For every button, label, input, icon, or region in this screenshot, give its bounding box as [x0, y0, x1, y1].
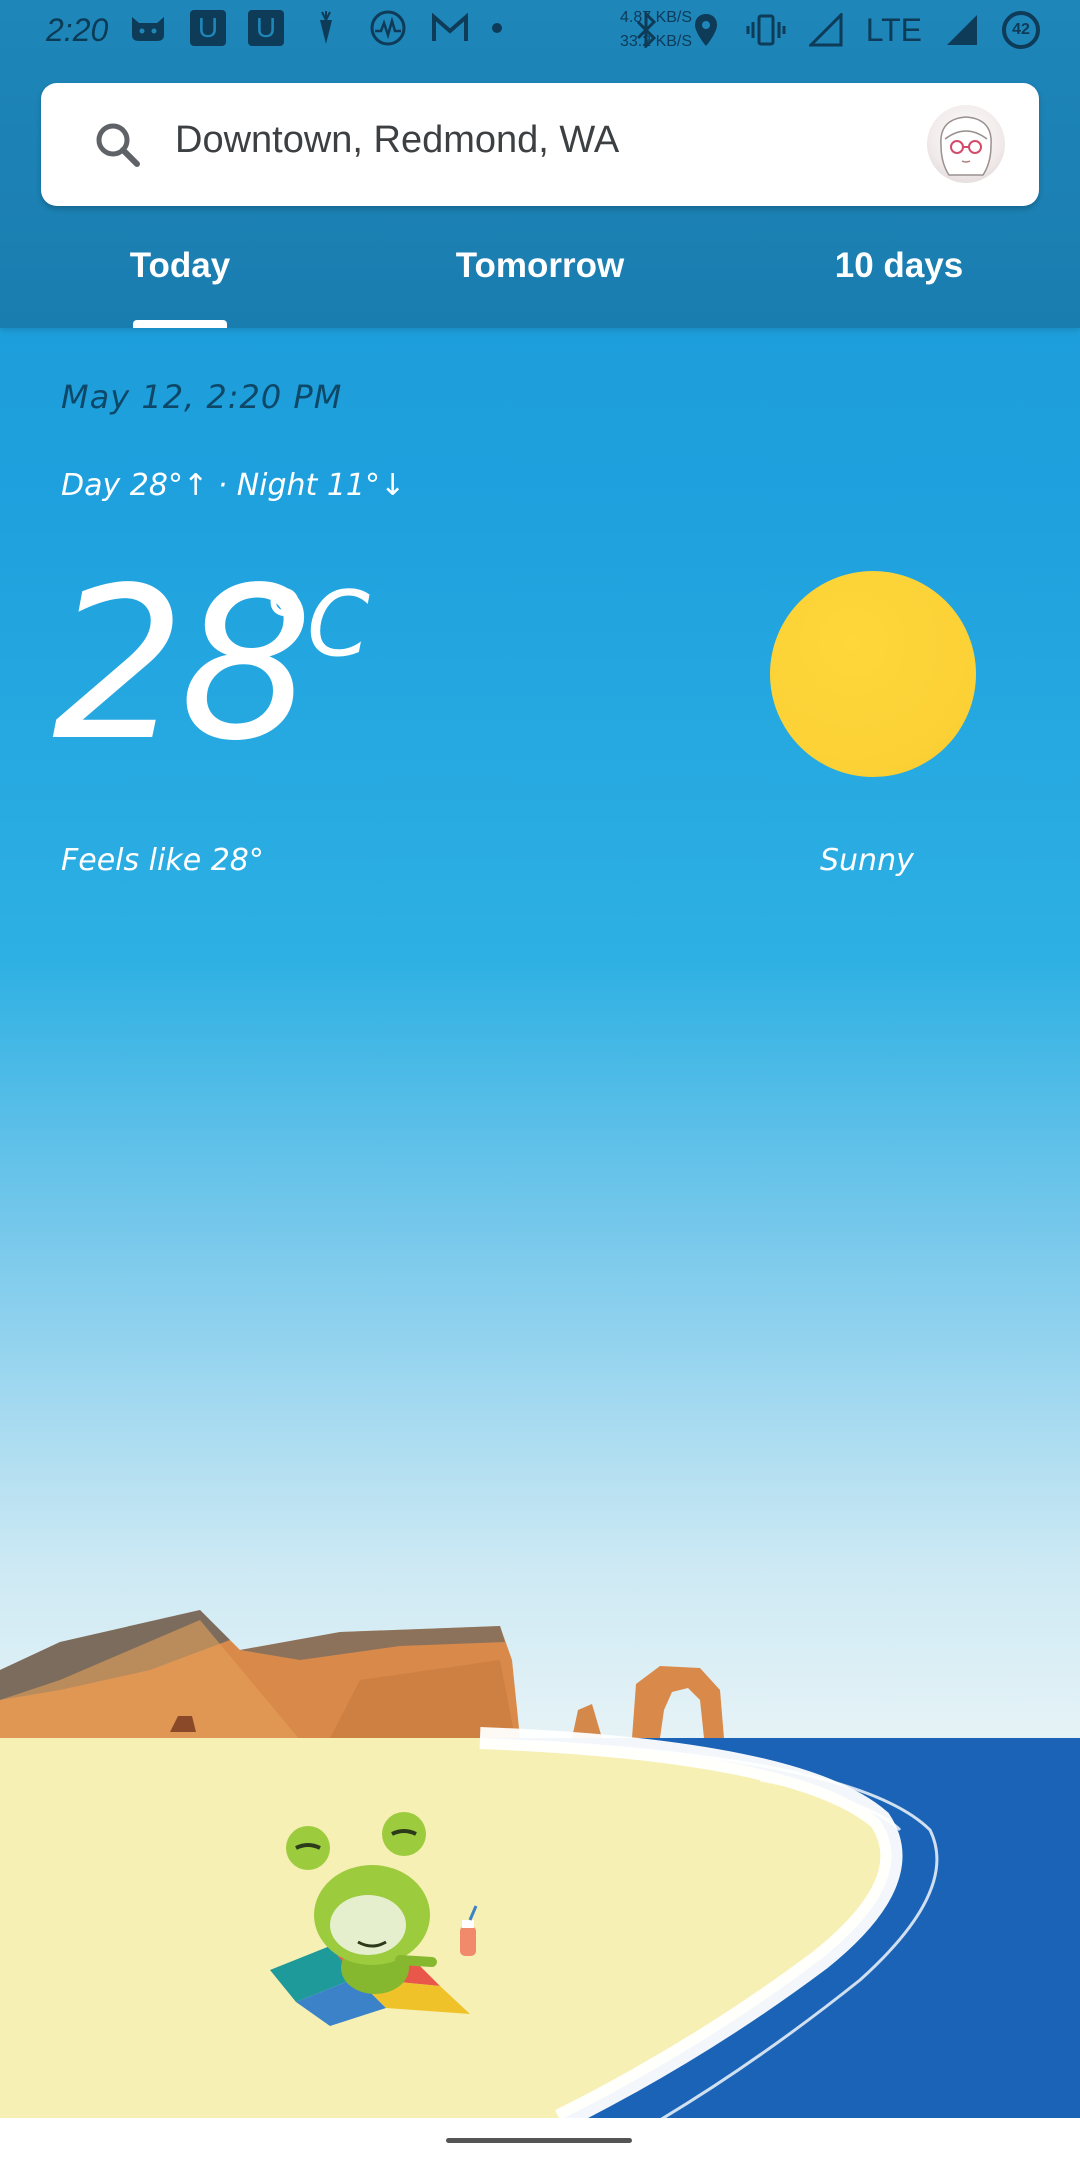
home-indicator[interactable] — [446, 2138, 632, 2143]
location-icon — [686, 10, 726, 50]
cliffs-illustration — [0, 1610, 724, 1740]
location-text[interactable]: Downtown, Redmond, WA — [175, 119, 619, 162]
system-icons: LTE 42 — [626, 10, 1040, 50]
battery-icon: 42 — [1002, 11, 1040, 49]
gmail-icon — [430, 8, 470, 48]
u-app-icon-2: U — [248, 10, 284, 46]
weather-condition: Sunny — [820, 843, 914, 878]
vibrate-icon — [746, 10, 786, 50]
tab-tomorrow[interactable]: Tomorrow — [430, 246, 650, 286]
fitness-icon — [368, 8, 408, 48]
app-header: 2:20 U U 4.87 KB/S 33.2 KB/S LTE 42 Down… — [0, 0, 1080, 328]
more-notifications-dot — [492, 23, 502, 33]
status-bar: 2:20 U U 4.87 KB/S 33.2 KB/S LTE 42 — [0, 0, 1080, 64]
status-time: 2:20 — [46, 12, 109, 48]
date-time: May 12, 2:20 PM — [61, 378, 343, 416]
search-icon[interactable] — [89, 116, 149, 176]
notification-icons: U U — [128, 8, 502, 48]
tab-today[interactable]: Today — [118, 246, 242, 286]
carrot-icon — [306, 8, 346, 48]
cat-app-icon — [128, 8, 168, 48]
u-app-icon: U — [190, 10, 226, 46]
active-tab-indicator — [133, 320, 227, 328]
tab-10-days[interactable]: 10 days — [814, 246, 984, 286]
beach-scene-illustration — [0, 1610, 1080, 2120]
temperature-unit: °C — [262, 572, 370, 677]
bluetooth-icon — [626, 10, 666, 50]
forecast-tabs: Today Tomorrow 10 days — [0, 228, 1080, 328]
network-type: LTE — [865, 11, 922, 48]
sun-icon — [770, 571, 976, 777]
account-avatar[interactable] — [927, 105, 1005, 183]
feels-like: Feels like 28° — [61, 843, 264, 878]
signal-outline-icon — [806, 10, 846, 50]
day-night-temps: Day 28°↑ · Night 11°↓ — [61, 468, 406, 503]
location-search-bar[interactable]: Downtown, Redmond, WA — [41, 83, 1039, 206]
signal-icon — [942, 10, 982, 50]
